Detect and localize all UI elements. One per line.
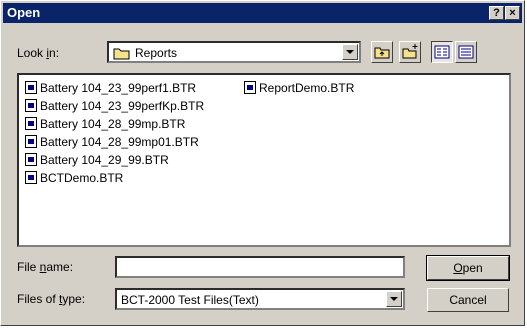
file-list[interactable]: Battery 104_23_99perf1.BTR Battery 104_2… <box>17 73 511 247</box>
look-in-select[interactable]: Reports <box>107 41 361 63</box>
list-view-button[interactable] <box>431 41 453 63</box>
window-title: Open <box>7 5 41 20</box>
details-view-button[interactable] <box>455 41 477 63</box>
file-type-label: Files of type: <box>17 292 86 306</box>
details-view-icon <box>458 45 474 59</box>
up-one-level-button[interactable] <box>371 41 393 63</box>
look-in-value: Reports <box>135 46 178 60</box>
chevron-down-icon[interactable] <box>342 44 358 60</box>
help-button[interactable]: ? <box>489 6 504 20</box>
list-view-icon <box>434 45 450 59</box>
open-dialog: Open ? × Look in: Reports Battery 104_23… <box>0 0 525 326</box>
up-folder-icon <box>374 47 390 59</box>
file-type-value: BCT-2000 Test Files(Text) <box>121 293 259 307</box>
file-icon <box>25 171 37 184</box>
file-type-select[interactable]: BCT-2000 Test Files(Text) <box>115 288 405 310</box>
file-icon <box>25 117 37 130</box>
file-icon <box>244 81 256 94</box>
cancel-button[interactable]: Cancel <box>427 288 509 312</box>
list-item[interactable]: Battery 104_28_99mp01.BTR <box>25 133 199 151</box>
list-item[interactable]: Battery 104_23_99perfKp.BTR <box>25 97 204 115</box>
file-name-label: File name: <box>17 260 74 274</box>
file-icon <box>25 81 37 94</box>
close-button[interactable]: × <box>505 6 520 20</box>
open-button[interactable]: Open <box>426 255 510 281</box>
title-bar: Open ? × <box>3 3 522 23</box>
create-new-folder-button[interactable] <box>399 41 421 63</box>
list-item[interactable]: Battery 104_28_99mp.BTR <box>25 115 185 133</box>
list-item[interactable]: BCTDemo.BTR <box>25 169 123 187</box>
list-item[interactable]: Battery 104_29_99.BTR <box>25 151 169 169</box>
file-icon <box>25 99 37 112</box>
list-item[interactable]: Battery 104_23_99perf1.BTR <box>25 79 196 97</box>
chevron-down-icon[interactable] <box>386 291 402 307</box>
list-item[interactable]: ReportDemo.BTR <box>244 79 354 97</box>
new-folder-icon <box>402 44 418 59</box>
look-in-label: Look in: <box>17 46 60 60</box>
file-name-input[interactable] <box>115 256 405 278</box>
file-icon <box>25 153 37 166</box>
file-icon <box>25 135 37 148</box>
folder-icon <box>113 48 130 60</box>
